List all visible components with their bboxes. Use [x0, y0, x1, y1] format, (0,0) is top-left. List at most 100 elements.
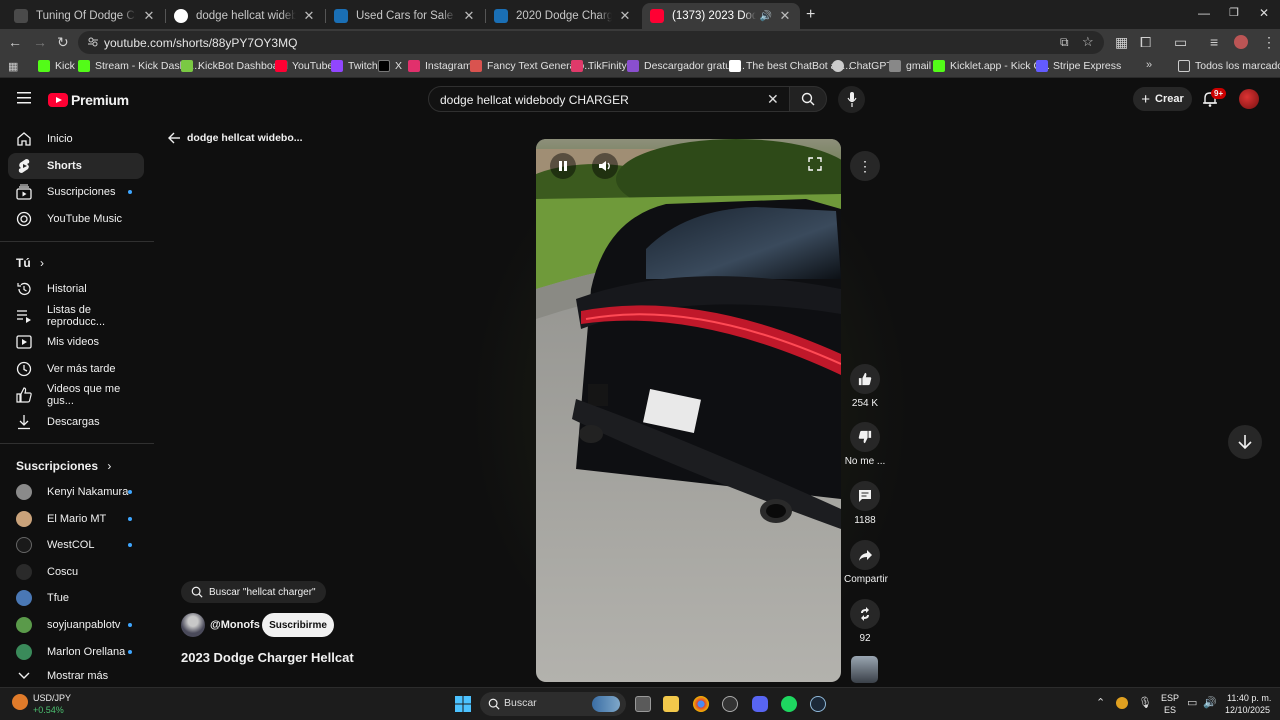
market-widget-icon[interactable]: [12, 694, 28, 710]
bookmark-item[interactable]: TikFinity: [571, 60, 627, 72]
volume-button[interactable]: [592, 153, 618, 179]
show-more-button[interactable]: Mostrar más: [8, 665, 144, 687]
pause-button[interactable]: [550, 153, 576, 179]
remix-button[interactable]: [850, 599, 880, 629]
youtube-logo[interactable]: Premium: [48, 92, 129, 108]
bookmark-star-icon[interactable]: ☆: [1082, 34, 1094, 50]
clock-date[interactable]: 12/10/2025: [1225, 705, 1270, 715]
bookmark-item[interactable]: ChatGPT: [832, 60, 893, 72]
clear-search-icon[interactable]: ✕: [767, 91, 779, 108]
steam-icon[interactable]: [810, 696, 826, 712]
share-button[interactable]: [850, 540, 880, 570]
search-input[interactable]: dodge hellcat widebody CHARGER ✕: [428, 86, 790, 112]
subscription-item[interactable]: soyjuanpablotv: [8, 612, 144, 638]
close-icon[interactable]: ✕: [302, 8, 316, 24]
apps-icon[interactable]: ▦: [8, 60, 18, 73]
forward-icon[interactable]: →: [33, 34, 47, 50]
channel-name[interactable]: @Monofs: [210, 619, 260, 631]
subscription-item[interactable]: Tfue: [8, 585, 144, 611]
sidebar-item-subscriptions[interactable]: Suscripciones: [8, 179, 144, 205]
like-button[interactable]: [850, 364, 880, 394]
close-icon[interactable]: ✕: [778, 8, 792, 24]
search-button[interactable]: [789, 86, 827, 112]
chrome-icon[interactable]: [693, 696, 709, 712]
bookmark-item[interactable]: gmail: [889, 60, 931, 72]
more-bookmarks-icon[interactable]: »: [1146, 59, 1152, 71]
subscriptions-section-heading[interactable]: Suscripciones ›: [16, 459, 111, 473]
comments-action[interactable]: 1188: [844, 481, 886, 526]
fullscreen-button[interactable]: [808, 157, 828, 177]
you-section-heading[interactable]: Tú ›: [16, 256, 44, 270]
restore-button[interactable]: ❐: [1229, 6, 1239, 19]
extensions-icon[interactable]: ⧠: [1140, 34, 1151, 50]
sidebar-item-downloads[interactable]: Descargas: [8, 409, 144, 435]
subscription-item[interactable]: Marlon Orellana: [8, 639, 144, 665]
channel-avatar[interactable]: [181, 613, 205, 637]
reload-icon[interactable]: ↻: [57, 34, 69, 50]
sidebar-item-watch-later[interactable]: Ver más tarde: [8, 356, 144, 382]
dislike-button[interactable]: [850, 422, 880, 452]
subscription-item[interactable]: Coscu: [8, 559, 144, 585]
subscription-item[interactable]: WestCOL: [8, 532, 144, 558]
share-action[interactable]: Compartir: [844, 540, 888, 585]
subscription-item[interactable]: Kenyi Nakamura: [8, 479, 144, 505]
spotify-icon[interactable]: [781, 696, 797, 712]
browser-tab[interactable]: Tuning Of Dodge Charger 4 Door ✕: [6, 3, 164, 29]
related-search-chip[interactable]: Buscar "hellcat charger": [181, 581, 326, 603]
browser-tab-active[interactable]: (1373) 2023 Dodge Charger 🔊 ✕: [642, 3, 800, 29]
tray-app-icon[interactable]: [1116, 697, 1128, 709]
bookmark-item[interactable]: X: [378, 60, 402, 72]
browser-tab[interactable]: 2020 Dodge Charger Scat Pack ✕: [486, 3, 640, 29]
close-icon[interactable]: ✕: [462, 8, 476, 24]
hamburger-menu-icon[interactable]: [17, 92, 31, 104]
bookmark-item[interactable]: Kick: [38, 60, 75, 72]
sidebar-item-shorts[interactable]: Shorts: [8, 153, 144, 179]
obs-icon[interactable]: [722, 696, 738, 712]
site-info-icon[interactable]: [87, 36, 99, 48]
bookmark-item[interactable]: Instagram: [408, 60, 472, 72]
sidebar-item-home[interactable]: Inicio: [8, 126, 144, 152]
profile-avatar[interactable]: [1234, 35, 1248, 49]
close-icon[interactable]: ✕: [618, 8, 632, 24]
network-icon[interactable]: ▭: [1187, 696, 1197, 709]
start-button[interactable]: [455, 696, 471, 712]
back-icon[interactable]: ←: [8, 34, 22, 50]
bookmark-item[interactable]: Stripe Express: [1036, 60, 1121, 72]
sidebar-item-playlists[interactable]: Listas de reproducc...: [8, 303, 144, 329]
bookmark-item[interactable]: KickBot Dashboard: [181, 60, 288, 72]
tray-overflow-icon[interactable]: ⌃: [1096, 696, 1105, 709]
notifications-button[interactable]: 9+: [1203, 88, 1227, 107]
voice-search-button[interactable]: [838, 86, 865, 113]
like-action[interactable]: 254 K: [844, 364, 886, 409]
bookmark-item[interactable]: Kicklet.app - Kick C...: [933, 60, 1050, 72]
bookmark-item[interactable]: YouTube: [275, 60, 333, 72]
new-tab-button[interactable]: +: [806, 6, 815, 24]
short-video-player[interactable]: [536, 139, 841, 682]
file-explorer-icon[interactable]: [663, 696, 679, 712]
next-short-button[interactable]: [1228, 425, 1262, 459]
sound-thumbnail[interactable]: [851, 656, 878, 683]
minimize-button[interactable]: —: [1198, 6, 1210, 20]
taskbar-search[interactable]: Buscar: [480, 692, 626, 716]
subscription-item[interactable]: El Mario MT: [8, 506, 144, 532]
sidebar-item-music[interactable]: YouTube Music: [8, 206, 144, 232]
all-bookmarks[interactable]: Todos los marcadores: [1178, 60, 1280, 72]
sidebar-item-history[interactable]: Historial: [8, 276, 144, 302]
speaker-icon[interactable]: 🔊: [760, 11, 772, 22]
task-view-icon[interactable]: [635, 696, 651, 712]
menu-icon[interactable]: ⋮: [1262, 34, 1276, 50]
language-indicator[interactable]: ESP: [1161, 693, 1179, 703]
sidepanel-icon[interactable]: ▭: [1174, 34, 1187, 50]
browser-tab[interactable]: dodge hellcat widebody - Buscar ✕: [166, 3, 324, 29]
sidebar-item-my-videos[interactable]: Mis videos: [8, 329, 144, 355]
volume-icon[interactable]: 🔊: [1203, 696, 1217, 709]
bookmark-item[interactable]: Descargador gratuit...: [627, 60, 745, 72]
remix-action[interactable]: 92: [844, 599, 886, 644]
media-icon[interactable]: ≡: [1210, 34, 1218, 50]
account-avatar[interactable]: [1239, 89, 1259, 109]
bookmark-item[interactable]: Twitch: [331, 60, 378, 72]
subscribe-button[interactable]: Suscribirme: [262, 613, 334, 637]
create-button[interactable]: + Crear: [1133, 87, 1192, 111]
close-icon[interactable]: ✕: [142, 8, 156, 24]
reading-icon[interactable]: ▦: [1115, 34, 1128, 50]
